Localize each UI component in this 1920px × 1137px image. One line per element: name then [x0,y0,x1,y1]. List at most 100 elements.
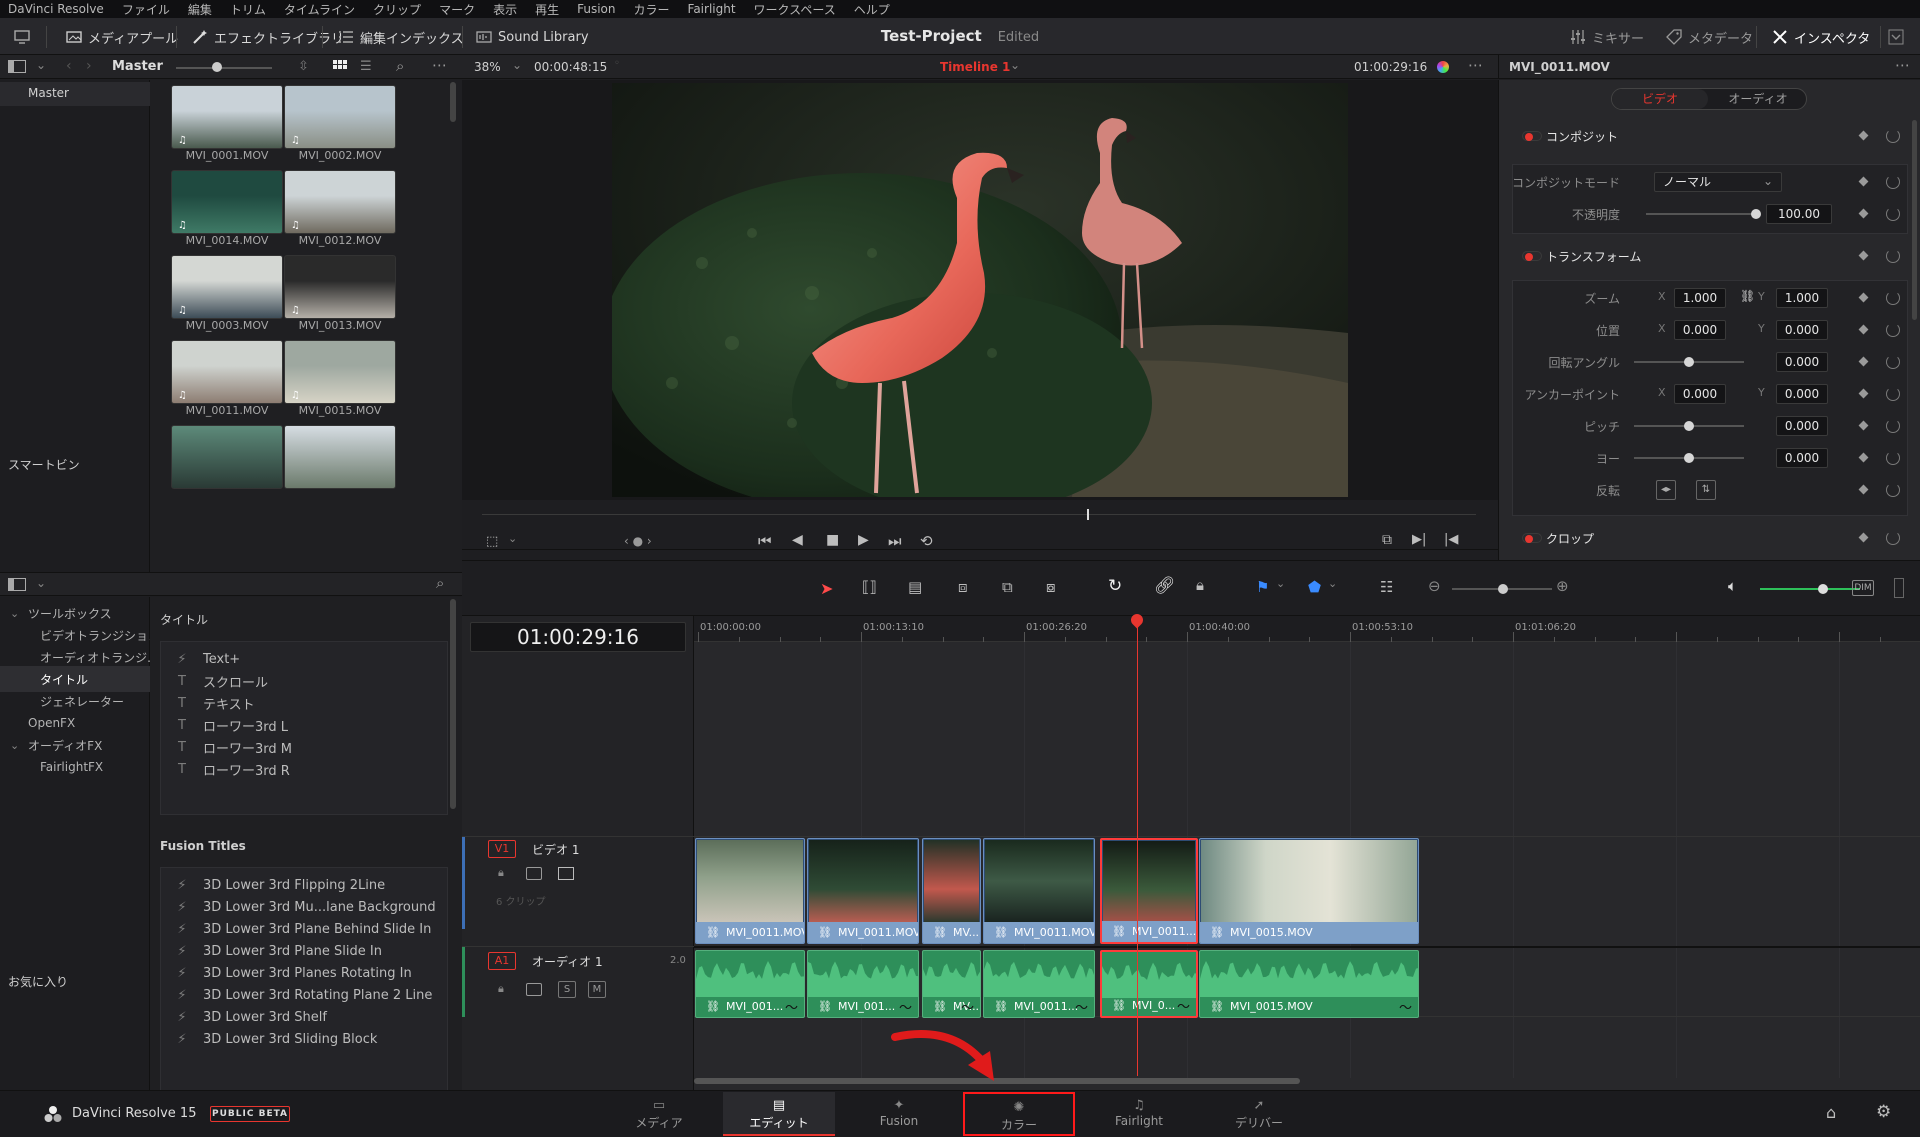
keyframe-icon[interactable] [1858,388,1869,399]
linked-selection-icon[interactable]: 🔗︎ [1154,576,1176,596]
clip-thumbnail[interactable]: ♫ [284,255,396,319]
video-clip[interactable]: ⛓ MVI_0011.... [1100,838,1198,944]
flip-vertical-icon[interactable]: ⇅ [1696,480,1716,500]
composite-section[interactable]: コンポジット [1510,124,1910,148]
audio-clip[interactable]: ⛓ MVI_001... 〜 [695,950,805,1018]
more-options-icon[interactable]: ⋯ [1895,56,1910,74]
more-options-icon[interactable]: ⋯ [432,56,447,74]
go-to-start-icon[interactable]: ⏮ [758,532,772,550]
media-pool-scrollbar[interactable] [450,82,456,122]
inspector-scrollbar[interactable] [1912,120,1917,320]
track-v1-tag[interactable]: V1 [488,840,516,858]
volume-slider[interactable] [1760,588,1860,590]
overwrite-clip-icon[interactable]: ⧉ [1002,578,1013,596]
audio-curve-icon[interactable]: 〜 [1177,996,1190,1015]
position-lock-icon[interactable]: 🔒︎ [1196,576,1204,594]
search-icon[interactable]: ⌕ [396,57,404,75]
home-icon[interactable]: ⌂ [1826,1103,1836,1122]
keyframe-icon[interactable] [1858,176,1869,187]
menu-workspace[interactable]: ワークスペース [745,1,845,18]
slider-knob[interactable] [1684,453,1694,463]
lock-icon[interactable]: 🔒︎ [498,866,504,880]
play-reverse-icon[interactable]: ◀ [792,532,803,548]
play-icon[interactable]: ▶ [858,532,869,548]
track-visibility-icon[interactable] [558,867,574,880]
grid-view-icon[interactable] [333,60,347,74]
search-icon[interactable]: ⌕ [436,574,444,592]
reset-icon[interactable] [1886,129,1900,143]
timeline-ruler[interactable]: 01:00:00:00 01:00:13:10 01:00:26:20 01:00:4… [694,616,1920,642]
zoom-y-value[interactable]: 1.000 [1776,288,1828,308]
loop-icon[interactable]: ⟲ [920,532,933,550]
clip-thumbnail[interactable]: ♫ [284,85,396,149]
keyframe-icon[interactable] [1858,420,1869,431]
solo-button[interactable]: S [558,981,576,998]
menu-file[interactable]: ファイル [113,1,179,18]
title-item[interactable]: T ローワー3rd R [171,756,290,782]
page-deliver[interactable]: ➚ デリバー [1203,1092,1315,1136]
video-clip[interactable]: ⛓ MVI_0011.MOV [983,838,1095,944]
thumbnail-size-slider[interactable] [176,67,272,69]
zoom-x-value[interactable]: 1.000 [1674,288,1726,308]
audio-clip[interactable]: ⛓ MV... 〜 [922,950,981,1018]
anchor-x-value[interactable]: 0.000 [1674,384,1726,404]
chevron-down-icon[interactable]: ⌄ [1328,577,1337,590]
reset-icon[interactable] [1886,249,1900,263]
keyframe-icon[interactable] [1858,208,1869,219]
rotation-value[interactable]: 0.000 [1776,352,1828,372]
blade-tool-icon[interactable]: ▤ [908,578,922,596]
clip-thumbnail[interactable]: ♫ [171,340,283,404]
clip-thumbnail[interactable]: ♫ [171,255,283,319]
replace-clip-icon[interactable]: ⧇ [1046,578,1056,596]
slider-knob[interactable] [1684,421,1694,431]
viewer-scrubber[interactable] [482,514,1476,515]
video-clip[interactable]: ⛓ MVI_0011.MOV [695,838,805,944]
keyframe-icon[interactable] [1858,292,1869,303]
menu-help[interactable]: ヘルプ [845,1,899,18]
menu-mark[interactable]: マーク [430,1,484,18]
keyframe-icon[interactable] [1858,356,1869,367]
timeline-playhead[interactable] [1137,616,1138,1076]
more-options-icon[interactable]: ⋯ [1468,56,1483,74]
audio-clip[interactable]: ⛓ MVI_0... 〜 [1100,950,1198,1018]
chevron-down-icon[interactable]: ⌄ [36,576,46,590]
chevron-down-icon[interactable]: ⌄ [36,58,46,72]
timeline-view-options-icon[interactable]: ☷ [1380,578,1393,596]
zoom-out-icon[interactable]: ⊖ [1428,577,1441,595]
menu-color[interactable]: カラー [625,1,679,18]
effects-scrollbar[interactable] [450,599,456,809]
reset-icon[interactable] [1886,387,1900,401]
mixer-button[interactable]: ミキサー [1570,24,1644,50]
marker-icon[interactable]: ⬟ [1308,578,1321,596]
sort-icon[interactable]: ⇳ [298,59,309,74]
tab-video[interactable]: ビデオ [1612,89,1708,109]
audio-curve-icon[interactable]: 〜 [961,997,974,1016]
menu-view[interactable]: 表示 [484,1,526,18]
next-edit-icon[interactable]: ▶| [1412,532,1426,547]
audio-curve-icon[interactable]: 〜 [1075,997,1088,1016]
keyframe-icon[interactable] [1858,130,1869,141]
anchor-y-value[interactable]: 0.000 [1776,384,1828,404]
position-y-value[interactable]: 0.000 [1776,320,1828,340]
reset-icon[interactable] [1886,531,1900,545]
reset-icon[interactable] [1886,451,1900,465]
flip-horizontal-icon[interactable]: ◂▸ [1656,480,1676,500]
jog-control-icon[interactable]: ‹ ● › [624,534,652,548]
back-arrow-icon[interactable]: ‹ [66,58,72,74]
track-a1-tag[interactable]: A1 [488,952,516,970]
reset-icon[interactable] [1886,291,1900,305]
menu-playback[interactable]: 再生 [526,1,568,18]
bin-master[interactable]: Master [28,86,69,100]
insert-clip-icon[interactable]: ⧈ [958,578,968,596]
audio-clip[interactable]: ⛓ MVI_001... 〜 [807,950,919,1018]
slider-knob[interactable] [1751,209,1761,219]
slider-knob[interactable] [1684,357,1694,367]
keyframe-icon[interactable] [1858,250,1869,261]
reset-icon[interactable] [1886,175,1900,189]
clip-thumbnail[interactable] [171,425,283,489]
zoom-in-icon[interactable]: ⊕ [1556,577,1569,595]
flag-icon[interactable]: ⚑ [1256,578,1269,596]
transform-icon[interactable]: ⬚ [486,534,498,549]
sidebar-toggle-icon[interactable] [8,60,26,73]
opacity-slider[interactable] [1646,213,1756,215]
